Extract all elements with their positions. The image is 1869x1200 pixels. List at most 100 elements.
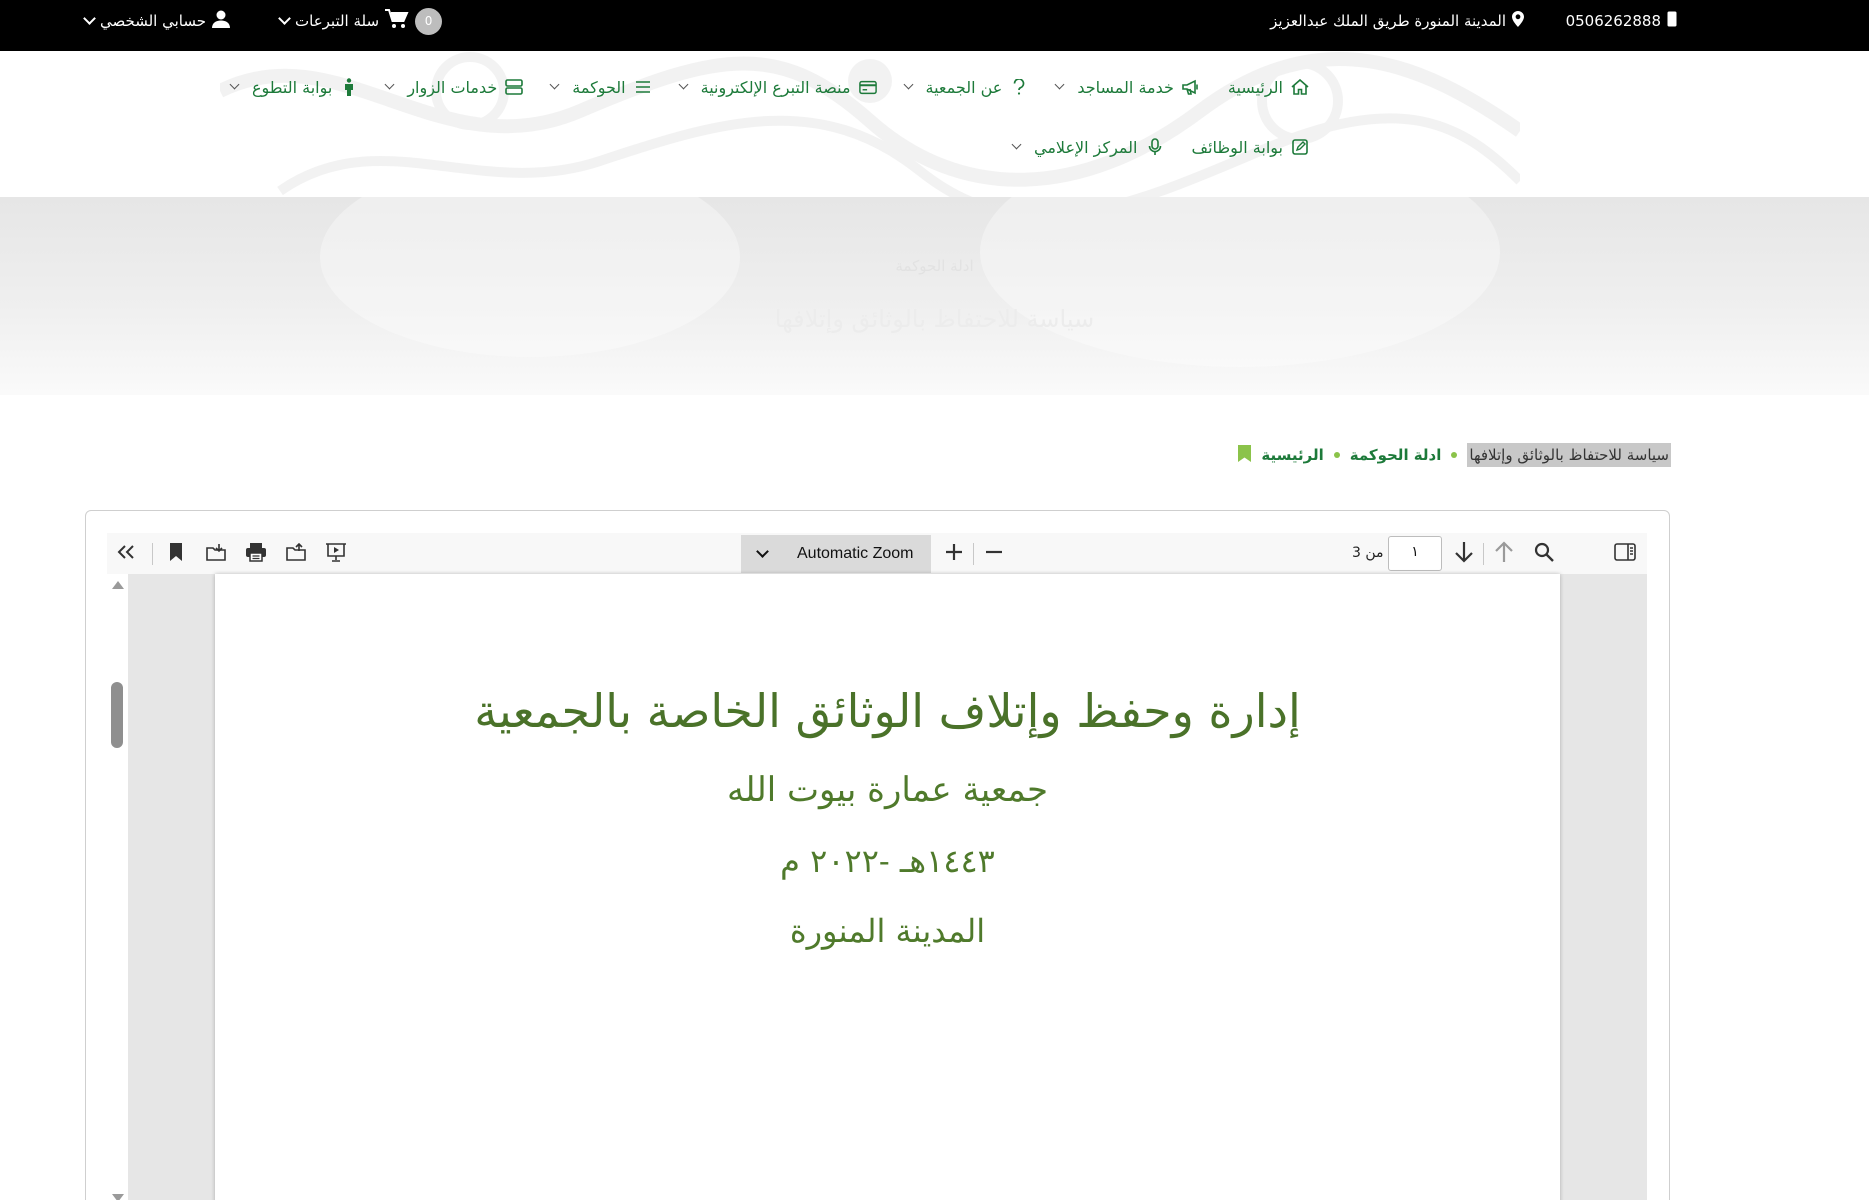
card-icon — [858, 78, 877, 96]
breadcrumb: الرئيسية ادلة الحوكمة سياسة للاحتفاظ بال… — [1238, 441, 1671, 469]
zoom-in-button[interactable] — [939, 539, 969, 569]
user-icon — [211, 10, 230, 32]
nav-label: خدمة المساجد — [1077, 77, 1174, 97]
printer-icon — [245, 542, 267, 566]
list-icon — [634, 78, 652, 96]
pdf-toolbar: Automatic Zoom من 3 ١ — [107, 533, 1647, 574]
next-page-button[interactable] — [1449, 539, 1479, 569]
tools-menu-button[interactable] — [111, 539, 141, 569]
nav-item-governance[interactable]: الحوكمة — [549, 77, 652, 97]
sidebar-toggle-icon — [1614, 543, 1636, 565]
phone-number: 0506262888 — [1565, 12, 1661, 30]
presentation-mode-button[interactable] — [321, 539, 351, 569]
nav-label: خدمات الزوار — [407, 77, 498, 97]
page-title: سياسة للاحتفاظ بالوثائق وإتلافها — [774, 305, 1095, 333]
download-icon — [206, 543, 226, 565]
zoom-out-button[interactable] — [979, 539, 1009, 569]
mobile-phone-icon — [1667, 11, 1677, 31]
phone-contact[interactable]: 0506262888 — [1566, 0, 1677, 42]
chevron-down-icon — [278, 12, 291, 25]
vertical-scrollbar[interactable] — [107, 574, 128, 1200]
chevron-down-icon — [549, 79, 560, 90]
home-icon — [1291, 78, 1309, 96]
breadcrumb-current: سياسة للاحتفاظ بالوثائق وإتلافها — [1467, 443, 1671, 467]
page-number-input[interactable]: ١ — [1388, 536, 1442, 571]
nav-item-media-center[interactable]: المركز الإعلامي — [1011, 137, 1164, 157]
hero-subtitle: ادلة الحوكمة — [895, 257, 974, 275]
nav-label: بوابة الوظائف — [1191, 137, 1284, 157]
nav-label: المركز الإعلامي — [1034, 137, 1138, 157]
donation-cart-button[interactable]: 0 سلة التبرعات — [278, 0, 443, 42]
chevron-down-icon — [229, 79, 240, 90]
document-organization: جمعية عمارة بيوت الله — [726, 770, 1049, 810]
nav-label: عن الجمعية — [925, 77, 1003, 97]
hero-decoration — [320, 197, 740, 357]
nav-item-visitor-services[interactable]: خدمات الزوار — [384, 77, 524, 97]
toolbar-separator — [973, 543, 974, 565]
bookmark-icon — [170, 543, 182, 565]
nav-item-jobs-portal[interactable]: بوابة الوظائف — [1192, 138, 1310, 157]
nav-item-about[interactable]: عن الجمعية — [903, 77, 1029, 97]
hero-decoration — [980, 197, 1500, 367]
scroll-down-arrow-icon[interactable] — [112, 1194, 124, 1200]
chevron-down-icon — [83, 12, 96, 25]
plus-icon — [944, 542, 964, 566]
document-title: إدارة وحفظ وإتلاف الوثائق الخاصة بالجمعي… — [474, 684, 1301, 738]
nav-label: الحوكمة — [572, 77, 626, 97]
sidebar-toggle-button[interactable] — [1610, 539, 1640, 569]
nav-row-secondary: بوابة الوظائف المركز الإعلامي — [1011, 133, 1310, 161]
bookmark-button[interactable] — [161, 539, 191, 569]
question-icon — [1010, 78, 1028, 96]
cart-label: سلة التبرعات — [295, 12, 380, 30]
toolbar-separator — [1483, 543, 1484, 565]
microphone-icon — [1146, 138, 1164, 156]
zoom-select[interactable]: Automatic Zoom — [741, 535, 931, 573]
main-navigation: الرئيسية خدمة المساجد عن الجمعية منصة ال… — [0, 51, 1869, 197]
find-button[interactable] — [1529, 539, 1559, 569]
top-bar: 0506262888 المدينة المنورة طريق الملك عب… — [0, 0, 1869, 51]
nav-item-volunteer-portal[interactable]: بوابة التطوع — [229, 77, 358, 97]
breadcrumb-section-link[interactable]: ادلة الحوكمة — [1350, 446, 1442, 464]
nav-item-mosque-service[interactable]: خدمة المساجد — [1054, 77, 1200, 97]
chevron-down-icon — [903, 79, 913, 90]
download-button[interactable] — [201, 539, 231, 569]
print-button[interactable] — [241, 539, 271, 569]
chevron-down-icon — [1054, 79, 1065, 90]
location-pin-icon — [1512, 11, 1524, 31]
open-file-button[interactable] — [281, 539, 311, 569]
presentation-icon — [325, 542, 347, 566]
breadcrumb-separator — [1333, 452, 1340, 458]
zoom-value: Automatic Zoom — [797, 545, 914, 562]
search-icon — [1534, 542, 1554, 566]
scroll-up-arrow-icon[interactable] — [112, 581, 124, 589]
megaphone-icon — [1182, 78, 1200, 96]
nav-label: منصة التبرع الإلكترونية — [700, 77, 851, 97]
cart-count-badge: 0 — [415, 7, 443, 35]
chevron-down-icon — [384, 79, 395, 90]
nav-label: بوابة التطوع — [251, 77, 333, 97]
nav-item-home[interactable]: الرئيسية — [1228, 78, 1309, 97]
document-city: المدينة المنورة — [789, 912, 986, 950]
minus-icon — [984, 542, 1004, 566]
toolbar-separator — [152, 543, 153, 565]
chevron-down-icon — [678, 79, 689, 90]
breadcrumb-home-link[interactable]: الرئيسية — [1261, 446, 1323, 464]
chevron-down-icon — [1011, 139, 1022, 150]
person-icon — [340, 78, 358, 96]
bookmark-icon — [1238, 444, 1252, 466]
nav-item-donation-platform[interactable]: منصة التبرع الإلكترونية — [678, 77, 877, 97]
nav-label: الرئيسية — [1227, 77, 1283, 97]
breadcrumb-separator — [1451, 452, 1458, 458]
account-menu-button[interactable]: حسابي الشخصي — [83, 0, 230, 42]
scrollbar-thumb[interactable] — [111, 682, 123, 748]
server-icon — [505, 78, 524, 96]
arrow-up-icon — [1494, 541, 1514, 567]
previous-page-button[interactable] — [1489, 539, 1519, 569]
address-text: المدينة المنورة طريق الملك عبدالعزيز — [1270, 12, 1506, 30]
arrow-down-icon — [1454, 541, 1474, 567]
page-hero: ادلة الحوكمة سياسة للاحتفاظ بالوثائق وإت… — [0, 197, 1869, 395]
address-contact[interactable]: المدينة المنورة طريق الملك عبدالعزيز — [1270, 0, 1524, 42]
open-file-icon — [286, 542, 306, 565]
edit-icon — [1291, 138, 1309, 156]
document-date: ١٤٤٣هـ -٢٠٢٢ م — [780, 842, 995, 880]
